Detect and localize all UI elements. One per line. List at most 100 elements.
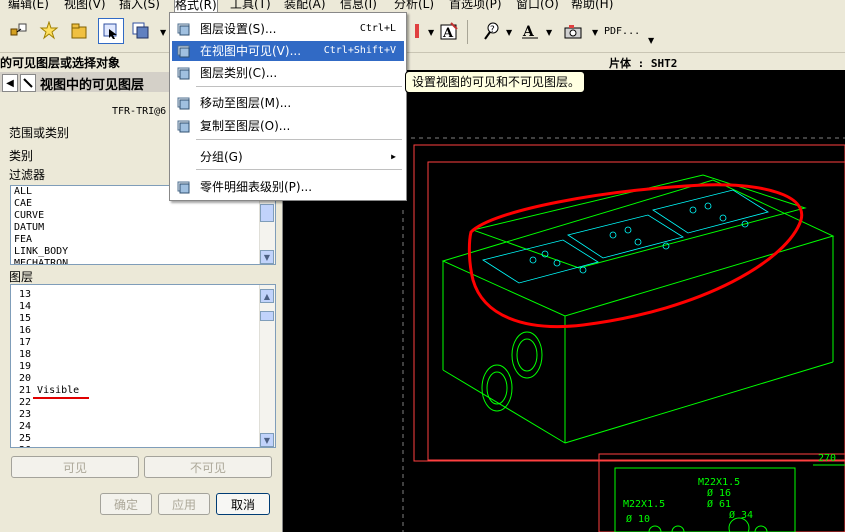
menu-item[interactable]: 装配(A) (284, 0, 326, 12)
view-name: TFR-TRI@6 (112, 106, 167, 117)
parts-list-level-icon (177, 180, 191, 194)
menu-item[interactable]: 复制至图层(O)... (172, 116, 404, 136)
list-item[interactable]: CURVE (11, 210, 275, 222)
menu-item[interactable]: 在视图中可见(V)... Ctrl+Shift+V (172, 41, 404, 61)
dimension-phi34: Ø 34 (729, 510, 754, 521)
list-item[interactable]: 21 Visible (11, 385, 275, 397)
chevron-down-icon[interactable]: ▼ (506, 28, 512, 37)
scroll-down-icon[interactable]: ▼ (260, 250, 274, 264)
menu-separator (196, 86, 402, 87)
menu-item-label: 在视图中可见(V)... (200, 44, 302, 58)
menu-item[interactable]: 视图(V) (64, 0, 106, 12)
filter-label: 过滤器 (9, 168, 46, 182)
menu-item[interactable]: 图层设置(S)... Ctrl+L (172, 19, 404, 39)
menu-item[interactable]: 零件明细表级别(P)... (172, 177, 404, 197)
help-pointer-icon[interactable]: ? (478, 18, 504, 44)
tooltip: 设置视图的可见和不可见图层。 (405, 71, 585, 93)
folder-icon[interactable] (66, 18, 92, 44)
submenu-arrow-icon: ▶ (391, 152, 396, 161)
menu-item[interactable]: 首选项(P) (449, 0, 502, 12)
menu-item-label: 分组(G) (200, 150, 243, 164)
layer-copy-icon[interactable] (128, 18, 154, 44)
menu-item[interactable]: 移动至图层(M)... (172, 93, 404, 113)
chevron-down-icon[interactable]: ▼ (648, 36, 654, 45)
sheet-label: 片体 : SHT2 (609, 57, 678, 70)
dimension-phi61: Ø 61 (707, 499, 732, 510)
chevron-down-icon[interactable]: ▼ (546, 28, 552, 37)
list-item[interactable]: DATUM (11, 222, 275, 234)
list-item[interactable]: 26 (11, 445, 275, 447)
menu-bar: 编辑(E) 视图(V) 插入(S) 格式(R) 工具(T) 装配(A) 信息(I) 分析(L)… (0, 0, 845, 12)
dimension-phi10: Ø 10 (626, 514, 651, 525)
dialog-title: 视图中的可见图层 (40, 78, 145, 93)
list-item[interactable]: LINK_BODY (11, 246, 275, 258)
menu-item[interactable]: 编辑(E) (8, 0, 49, 12)
visible-button[interactable]: 可见 (11, 456, 139, 478)
scroll-up-icon[interactable]: ▲ (260, 289, 274, 303)
toolbar: ▼ ▼ A ? ▼ A ▼ ▼ PDF... ▼ (0, 12, 845, 53)
menu-item[interactable]: 信息(I) (340, 0, 377, 12)
layer-label: 图层 (9, 270, 34, 284)
chevron-down-icon[interactable]: ▼ (592, 28, 598, 37)
list-item[interactable]: 17 (11, 337, 275, 349)
list-item[interactable]: 13 (11, 289, 275, 301)
layer-category-icon (177, 66, 191, 80)
menu-item[interactable]: 图层类别(C)... (172, 63, 404, 83)
menu-item[interactable]: 帮助(H) (571, 0, 613, 12)
list-item[interactable]: 18 (11, 349, 275, 361)
svg-text:?: ? (490, 25, 495, 35)
menu-item-label: 零件明细表级别(P)... (200, 180, 313, 194)
snap-point-icon[interactable] (6, 18, 32, 44)
layer-list[interactable]: 131415161718192021 Visible2223242526 ▲ ▼ (10, 284, 276, 448)
scroll-thumb[interactable] (260, 204, 274, 222)
scroll-down-icon[interactable]: ▼ (260, 433, 274, 447)
star-select-icon[interactable] (36, 18, 62, 44)
menu-item-label: 复制至图层(O)... (200, 119, 291, 133)
camera-icon[interactable] (560, 18, 586, 44)
menu-separator (196, 139, 402, 140)
menu-item[interactable]: 工具(T) (230, 0, 271, 12)
dimension-270: 270 (818, 453, 837, 464)
ok-button[interactable]: 确定 (100, 493, 152, 515)
list-item[interactable]: 25 (11, 433, 275, 445)
invisible-button[interactable]: 不可见 (144, 456, 272, 478)
list-item[interactable]: 16 (11, 325, 275, 337)
menu-item-shortcut: Ctrl+Shift+V (323, 45, 396, 56)
chevron-down-icon[interactable]: ▼ (160, 28, 166, 37)
dimension-m22-left: M22X1.5 (623, 499, 666, 510)
layer-scrollbar[interactable]: ▲ ▼ (259, 285, 275, 447)
apply-button[interactable]: 应用 (158, 493, 210, 515)
list-item[interactable]: 15 (11, 313, 275, 325)
menu-item[interactable]: 分组(G) ▶ (172, 147, 404, 167)
menu-item[interactable]: 窗口(O) (516, 0, 559, 12)
toolbar-separator (467, 20, 468, 44)
list-item[interactable]: 23 (11, 409, 275, 421)
chevron-down-icon[interactable]: ▼ (428, 28, 434, 37)
back-arrow-icon[interactable]: ◀ (2, 74, 18, 92)
text-style-icon[interactable]: A (517, 18, 543, 44)
pdf-export-button[interactable]: PDF... (604, 26, 640, 37)
pin-icon[interactable] (20, 74, 36, 92)
text-edit-icon[interactable]: A (436, 18, 462, 44)
layer-visibility-icon[interactable] (98, 18, 124, 44)
menu-item[interactable]: 插入(S) (119, 0, 160, 12)
red-circle-annotation (467, 183, 804, 329)
dimension-phi16: Ø 16 (707, 488, 732, 499)
menu-item[interactable]: 分析(L) (394, 0, 434, 12)
dimension-m22-top: M22X1.5 (698, 477, 741, 488)
menu-item[interactable]: 格式(R) (174, 0, 218, 12)
list-item[interactable]: 19 (11, 361, 275, 373)
list-item[interactable]: 14 (11, 301, 275, 313)
list-item[interactable]: MECHATRON (11, 258, 275, 264)
layer-settings-icon (177, 22, 191, 36)
move-to-layer-icon (177, 96, 191, 110)
format-menu: 图层设置(S)... Ctrl+L 在视图中可见(V)... Ctrl+Shift+V… (169, 12, 407, 201)
scroll-thumb[interactable] (260, 311, 274, 321)
list-item[interactable]: 20 (11, 373, 275, 385)
list-item[interactable]: FEA (11, 234, 275, 246)
cancel-button[interactable]: 取消 (216, 493, 270, 515)
list-item[interactable]: 24 (11, 421, 275, 433)
layer-list-items: 131415161718192021 Visible2223242526 (11, 285, 275, 447)
menu-item-label: 移动至图层(M)... (200, 96, 292, 110)
menu-item-shortcut: Ctrl+L (359, 23, 396, 34)
